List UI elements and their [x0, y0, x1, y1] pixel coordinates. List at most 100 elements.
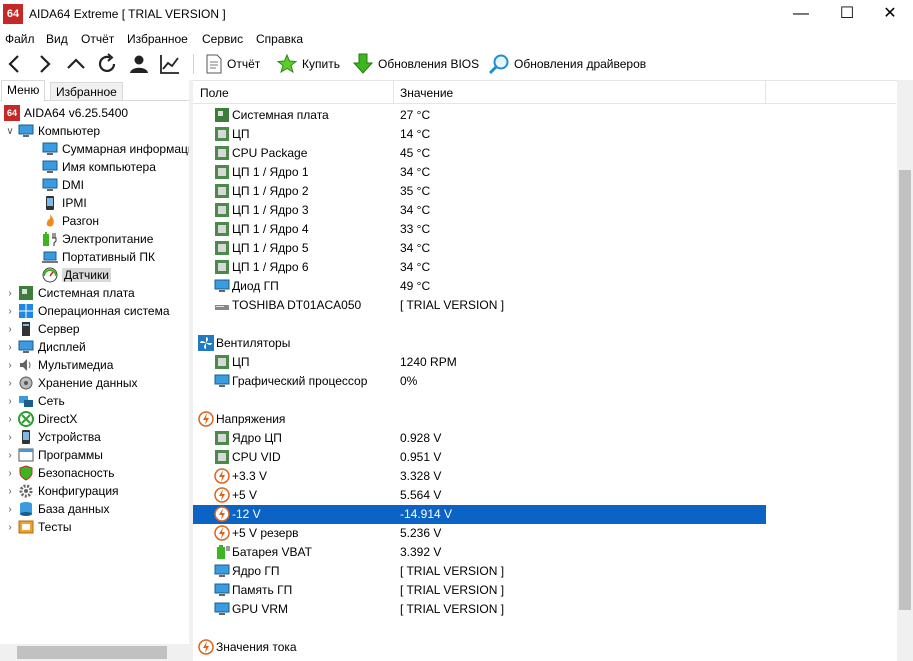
- list-item[interactable]: Системная плата 27 °C: [193, 106, 766, 125]
- section-header-current[interactable]: Значения тока: [193, 638, 766, 657]
- column-value[interactable]: Значение: [400, 86, 453, 100]
- tree-item-tests[interactable]: › Тесты: [4, 518, 71, 536]
- forward-icon[interactable]: [32, 52, 56, 76]
- expand-chevron-icon[interactable]: ›: [4, 324, 16, 335]
- tree-item-display[interactable]: › Дисплей: [4, 338, 85, 356]
- list-item[interactable]: ЦП 1 / Ядро 5 34 °C: [193, 239, 766, 258]
- tree-item-dmi[interactable]: DMI: [42, 176, 84, 194]
- expand-chevron-icon[interactable]: ›: [4, 468, 16, 479]
- bios-updates-label: Обновления BIOS: [378, 57, 480, 71]
- maximize-button[interactable]: ☐: [824, 0, 870, 30]
- laptop-icon: [42, 251, 58, 263]
- list-item[interactable]: Ядро ЦП 0.928 V: [193, 429, 766, 448]
- list-item[interactable]: CPU VID 0.951 V: [193, 448, 766, 467]
- tree-item-os[interactable]: › Операционная система: [4, 302, 170, 320]
- expand-chevron-icon[interactable]: ›: [4, 504, 16, 515]
- expand-chevron-icon[interactable]: ›: [4, 360, 16, 371]
- tree-item-power[interactable]: Электропитание: [42, 230, 153, 248]
- tree-item-devices[interactable]: › Устройства: [4, 428, 101, 446]
- minimize-button[interactable]: —: [778, 0, 824, 30]
- list-item[interactable]: Графический процессор 0%: [193, 372, 766, 391]
- tree-item-directx[interactable]: › DirectX: [4, 410, 77, 428]
- buy-button[interactable]: Купить: [276, 52, 340, 76]
- tree-item-multimedia[interactable]: › Мультимедиа: [4, 356, 113, 374]
- column-field[interactable]: Поле: [200, 86, 229, 100]
- column-divider[interactable]: [765, 81, 766, 104]
- tree-item-database[interactable]: › База данных: [4, 500, 109, 518]
- list-item[interactable]: ЦП 1 / Ядро 3 34 °C: [193, 201, 766, 220]
- field-name: Ядро ГП: [232, 564, 280, 578]
- column-divider[interactable]: [393, 81, 394, 104]
- close-button[interactable]: ✕: [867, 0, 913, 30]
- list-item[interactable]: +5 V 5.564 V: [193, 486, 766, 505]
- tree-item-portable[interactable]: Портативный ПК: [42, 248, 155, 266]
- tree-item-sensors[interactable]: Датчики: [42, 266, 111, 284]
- tab-menu[interactable]: Меню: [1, 80, 46, 102]
- up-icon[interactable]: [64, 52, 88, 76]
- menu-view[interactable]: Вид: [46, 32, 68, 46]
- section-header-voltages[interactable]: Напряжения: [193, 410, 766, 429]
- menu-favorites[interactable]: Избранное: [127, 32, 188, 46]
- bios-updates-button[interactable]: Обновления BIOS: [352, 52, 479, 76]
- expand-chevron-icon[interactable]: ›: [4, 414, 16, 425]
- list-item[interactable]: ЦП 1240 RPM: [193, 353, 766, 372]
- collapse-chevron-icon[interactable]: ∨: [4, 126, 16, 137]
- section-header-fans[interactable]: Вентиляторы: [193, 334, 766, 353]
- tree-root[interactable]: 64 AIDA64 v6.25.5400: [4, 104, 128, 122]
- expand-chevron-icon[interactable]: ›: [4, 432, 16, 443]
- list-item[interactable]: TOSHIBA DT01ACA050 [ TRIAL VERSION ]: [193, 296, 766, 315]
- list-item-selected[interactable]: -12 V -14.914 V: [193, 505, 766, 524]
- menu-help[interactable]: Справка: [256, 32, 303, 46]
- list-item[interactable]: Память ГП [ TRIAL VERSION ]: [193, 581, 766, 600]
- tree-item-motherboard[interactable]: › Системная плата: [4, 284, 135, 302]
- driver-updates-button[interactable]: Обновления драйверов: [488, 52, 646, 76]
- menu-report[interactable]: Отчёт: [81, 32, 114, 46]
- list-item[interactable]: ЦП 1 / Ядро 6 34 °C: [193, 258, 766, 277]
- report-button[interactable]: Отчёт: [205, 52, 260, 76]
- tree-item-network[interactable]: › Сеть: [4, 392, 65, 410]
- list-item[interactable]: Диод ГП 49 °C: [193, 277, 766, 296]
- tab-favorites[interactable]: Избранное: [50, 82, 123, 101]
- tree-item-ipmi[interactable]: IPMI: [42, 194, 87, 212]
- list-item[interactable]: Батарея VBAT 3.392 V: [193, 543, 766, 562]
- menu-file[interactable]: Файл: [5, 32, 35, 46]
- list-item[interactable]: +3.3 V 3.328 V: [193, 467, 766, 486]
- list-item[interactable]: +5 V резерв 5.236 V: [193, 524, 766, 543]
- tree-item-server[interactable]: › Сервер: [4, 320, 80, 338]
- tree-item-programs[interactable]: › Программы: [4, 446, 103, 464]
- list-item[interactable]: ЦП 1 / Ядро 1 34 °C: [193, 163, 766, 182]
- scrollbar-thumb[interactable]: [899, 170, 911, 610]
- list-item[interactable]: ЦП 1 / Ядро 4 33 °C: [193, 220, 766, 239]
- expand-chevron-icon[interactable]: ›: [4, 486, 16, 497]
- expand-chevron-icon[interactable]: ›: [4, 450, 16, 461]
- tree-item-security[interactable]: › Безопасность: [4, 464, 115, 482]
- benchmark-chart-icon[interactable]: [158, 52, 182, 76]
- back-icon[interactable]: [3, 52, 27, 76]
- tree-item-label: Сервер: [38, 322, 80, 336]
- menu-tools[interactable]: Сервис: [202, 32, 243, 46]
- scrollbar-thumb[interactable]: [17, 646, 167, 659]
- right-vertical-scrollbar[interactable]: [897, 80, 913, 661]
- expand-chevron-icon[interactable]: ›: [4, 378, 16, 389]
- expand-chevron-icon[interactable]: ›: [4, 342, 16, 353]
- expand-chevron-icon[interactable]: ›: [4, 522, 16, 533]
- windows-logo-icon: [19, 304, 33, 318]
- tree-item-summary[interactable]: Суммарная информация: [42, 140, 201, 158]
- refresh-icon[interactable]: [95, 52, 119, 76]
- list-item[interactable]: ЦП 14 °C: [193, 125, 766, 144]
- tree-item-label: Сеть: [38, 394, 65, 408]
- list-item[interactable]: Ядро ГП [ TRIAL VERSION ]: [193, 562, 766, 581]
- expand-chevron-icon[interactable]: ›: [4, 306, 16, 317]
- list-item[interactable]: CPU Package 45 °C: [193, 144, 766, 163]
- tree-item-storage[interactable]: › Хранение данных: [4, 374, 137, 392]
- expand-chevron-icon[interactable]: ›: [4, 288, 16, 299]
- list-item[interactable]: GPU VRM [ TRIAL VERSION ]: [193, 600, 766, 619]
- user-icon[interactable]: [127, 52, 151, 76]
- left-horizontal-scrollbar[interactable]: [0, 644, 189, 661]
- tree-item-overclock[interactable]: Разгон: [42, 212, 99, 230]
- tree-item-config[interactable]: › Конфигурация: [4, 482, 118, 500]
- tree-item-computer[interactable]: ∨ Компьютер: [4, 122, 100, 140]
- expand-chevron-icon[interactable]: ›: [4, 396, 16, 407]
- list-item[interactable]: ЦП 1 / Ядро 2 35 °C: [193, 182, 766, 201]
- tree-item-computer-name[interactable]: Имя компьютера: [42, 158, 156, 176]
